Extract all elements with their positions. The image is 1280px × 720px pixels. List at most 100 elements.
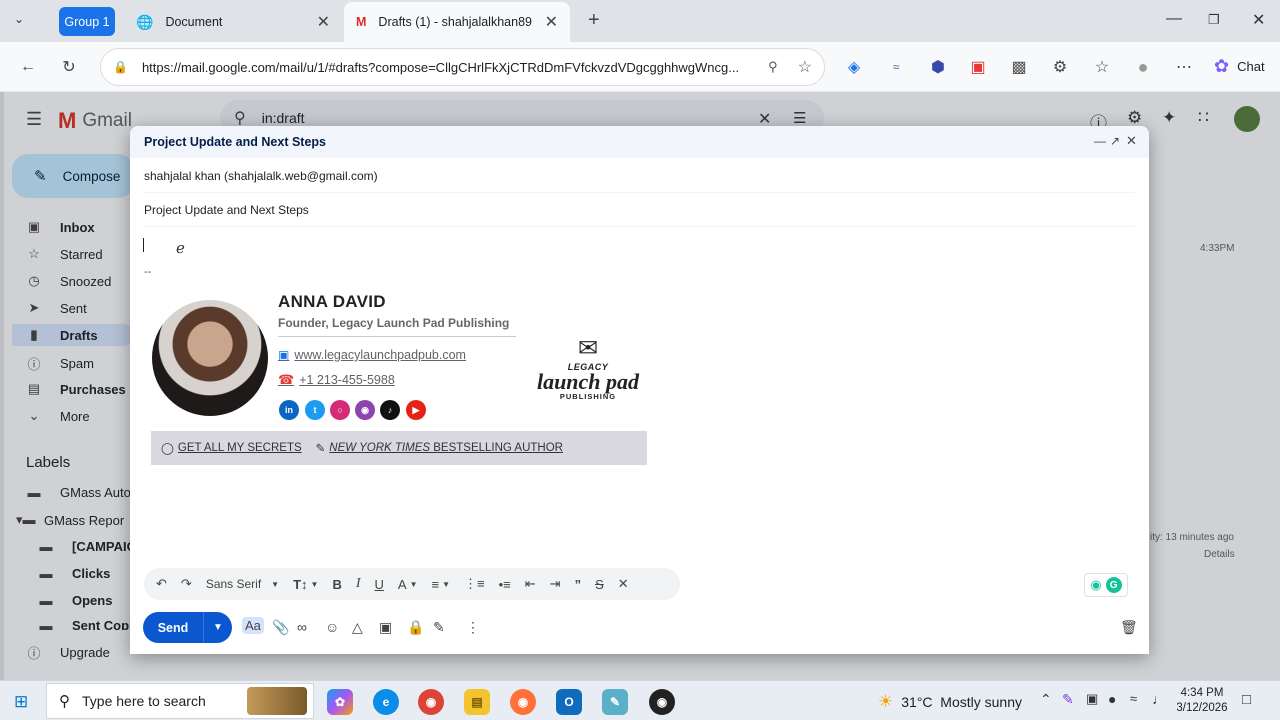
expand-compose-icon[interactable]: ↗ xyxy=(1110,134,1120,148)
send-button[interactable]: Send xyxy=(143,612,203,643)
bold-icon[interactable]: B xyxy=(332,577,341,592)
formatting-options-icon[interactable]: Aa xyxy=(242,617,264,634)
subject-input[interactable]: Project Update and Next Steps xyxy=(144,203,309,217)
phone-text: +1 213-455-5988 xyxy=(299,373,395,387)
microphone-icon[interactable]: ● xyxy=(1108,691,1116,707)
zoom-icon[interactable]: ⚲ xyxy=(768,59,778,75)
chrome-app-icon[interactable]: ◉ xyxy=(418,689,444,715)
confidential-mode-icon[interactable]: 🔒 xyxy=(407,619,424,636)
strikethrough-icon[interactable]: S xyxy=(595,577,604,592)
url-text[interactable]: https://mail.google.com/mail/u/1/#drafts… xyxy=(142,60,756,75)
tray-chevron-up-icon[interactable]: ⌃ xyxy=(1040,691,1052,708)
schedule-send-dropdown-icon[interactable]: ▼ xyxy=(203,612,232,643)
banner-secrets-link[interactable]: GET ALL MY SECRETS xyxy=(178,442,302,454)
quote-icon[interactable]: ” xyxy=(575,577,582,592)
minimize-icon[interactable]: — xyxy=(1166,10,1182,28)
google-drive-icon[interactable]: △ xyxy=(352,619,363,636)
compose-header[interactable]: Project Update and Next Steps — ↗ ✕ xyxy=(130,126,1149,158)
notifications-icon[interactable]: □ xyxy=(1242,691,1251,708)
more-menu-icon[interactable]: ⋯ xyxy=(1174,57,1194,77)
clock-time: 4:34 PM xyxy=(1180,687,1224,699)
tab-group-chip[interactable]: Group 1 xyxy=(59,7,115,36)
tab-document[interactable]: 🌐 Document ✕ xyxy=(124,4,342,40)
tiktok-icon[interactable]: ♪ xyxy=(380,400,400,420)
italic-icon[interactable]: I xyxy=(356,576,361,592)
redo-icon[interactable]: ↷ xyxy=(181,576,192,592)
minimize-compose-icon[interactable]: — xyxy=(1094,134,1106,148)
recipients-field[interactable]: shahjalal khan (shahjalalk.web@gmail.com… xyxy=(144,159,1135,193)
edge-app-icon[interactable]: e xyxy=(373,689,399,715)
insert-photo-icon[interactable]: ▣ xyxy=(379,619,392,636)
underline-icon[interactable]: U xyxy=(375,577,384,592)
account-avatar[interactable] xyxy=(1234,106,1260,132)
copilot-app-icon[interactable]: ✿ xyxy=(327,689,353,715)
indent-more-icon[interactable]: ⇥ xyxy=(550,576,561,592)
podcast-icon[interactable]: ◉ xyxy=(355,400,375,420)
font-size-icon[interactable]: T↕ ▼ xyxy=(293,577,318,592)
taskbar-search-box[interactable]: ⚲ Type here to search xyxy=(46,683,314,719)
bulleted-list-icon[interactable]: •≡ xyxy=(499,577,511,592)
youtube-icon[interactable]: ▶ xyxy=(406,400,426,420)
indent-less-icon[interactable]: ⇤ xyxy=(525,576,536,592)
signature-pen-icon[interactable]: ✎ xyxy=(433,619,445,636)
clock[interactable]: 4:34 PM 3/12/2026 xyxy=(1172,686,1232,716)
outlook-app-icon[interactable]: O xyxy=(556,689,582,715)
undo-icon[interactable]: ↶ xyxy=(156,576,167,592)
address-bar[interactable]: 🔒 https://mail.google.com/mail/u/1/#draf… xyxy=(100,48,825,86)
attach-file-icon[interactable]: 📎 xyxy=(272,619,289,636)
gemini-sparkle-icon[interactable]: ✦ xyxy=(1162,108,1176,128)
obs-app-icon[interactable]: ◉ xyxy=(649,689,675,715)
signature-phone-link[interactable]: ☎ +1 213-455-5988 xyxy=(278,372,395,388)
windows-start-icon[interactable]: ⊞ xyxy=(14,692,28,712)
volume-icon[interactable]: ♩ xyxy=(1152,691,1166,707)
linkedin-icon[interactable]: in xyxy=(279,400,299,420)
close-tab-icon[interactable]: ✕ xyxy=(545,12,558,32)
search-options-icon[interactable]: ☰ xyxy=(793,109,806,127)
more-options-icon[interactable]: ⋮ xyxy=(466,619,480,636)
notepad-app-icon[interactable]: ✎ xyxy=(602,689,628,715)
extension-wave-icon[interactable]: ≈ xyxy=(886,57,906,77)
restore-icon[interactable]: ❐ xyxy=(1208,12,1220,28)
font-family-select[interactable]: Sans Serif ▼ xyxy=(206,577,279,591)
recipient-chip[interactable]: shahjalal khan (shahjalalk.web@gmail.com… xyxy=(144,169,378,183)
extensions-puzzle-icon[interactable]: ⚙ xyxy=(1050,57,1070,77)
firefox-app-icon[interactable]: ◉ xyxy=(510,689,536,715)
text-color-icon[interactable]: A ▼ xyxy=(398,577,418,592)
weather-widget[interactable]: ☀ 31°C Mostly sunny xyxy=(878,692,1022,712)
apps-grid-icon[interactable]: ∷ xyxy=(1198,108,1209,128)
tab-search-chevron-icon[interactable]: ⌄ xyxy=(14,12,38,32)
reload-icon[interactable]: ↻ xyxy=(59,57,79,77)
copilot-chat-button[interactable]: ✿ Chat xyxy=(1214,56,1265,77)
remove-formatting-icon[interactable]: ✕ xyxy=(618,576,629,592)
window-close-icon[interactable]: ✕ xyxy=(1252,10,1265,30)
extension-capture-icon[interactable]: ▩ xyxy=(1009,57,1029,77)
discard-draft-icon[interactable]: 🗑 xyxy=(1120,619,1138,636)
twitter-icon[interactable]: t xyxy=(305,400,325,420)
extension-tag-icon[interactable]: ◈ xyxy=(844,57,864,77)
subject-field[interactable]: Project Update and Next Steps xyxy=(144,193,1135,227)
emoji-icon[interactable]: ☺ xyxy=(325,619,339,635)
grammarly-widget[interactable]: ◉ G xyxy=(1084,573,1128,597)
instagram-icon[interactable]: ○ xyxy=(330,400,350,420)
profile-avatar-icon[interactable]: ● xyxy=(1133,57,1153,77)
new-tab-icon[interactable]: + xyxy=(588,9,600,32)
insert-link-icon[interactable]: ∞ xyxy=(297,619,307,635)
wifi-icon[interactable]: ≈ xyxy=(1130,691,1137,706)
tab-drafts[interactable]: M Drafts (1) - shahjalalkhan89 ✕ xyxy=(344,2,570,42)
extension-color-icon[interactable]: ▣ xyxy=(968,57,988,77)
extension-badge-icon[interactable]: ⬢ xyxy=(928,57,948,77)
banner-author-link[interactable]: NEW YORK TIMES BESTSELLING AUTHOR xyxy=(329,442,563,454)
close-compose-icon[interactable]: ✕ xyxy=(1126,133,1137,149)
network-tray-icon[interactable]: ▣ xyxy=(1086,691,1098,707)
back-icon[interactable]: ← xyxy=(18,57,38,77)
pen-tray-icon[interactable]: ✎ xyxy=(1062,691,1074,708)
file-explorer-icon[interactable]: ▤ xyxy=(464,689,490,715)
windows-taskbar: ⊞ ⚲ Type here to search ✿ e ◉ ▤ ◉ O ✎ ◉ … xyxy=(0,680,1280,720)
favorite-star-icon[interactable]: ☆ xyxy=(798,57,812,77)
favorites-icon[interactable]: ☆ xyxy=(1092,57,1112,77)
close-tab-icon[interactable]: ✕ xyxy=(317,12,330,32)
align-icon[interactable]: ≡ ▼ xyxy=(432,577,451,592)
settings-gear-icon[interactable]: ⚙ xyxy=(1127,108,1142,128)
signature-website-link[interactable]: ▣ www.legacylaunchpadpub.com xyxy=(278,348,466,362)
numbered-list-icon[interactable]: ⋮≡ xyxy=(464,576,485,592)
